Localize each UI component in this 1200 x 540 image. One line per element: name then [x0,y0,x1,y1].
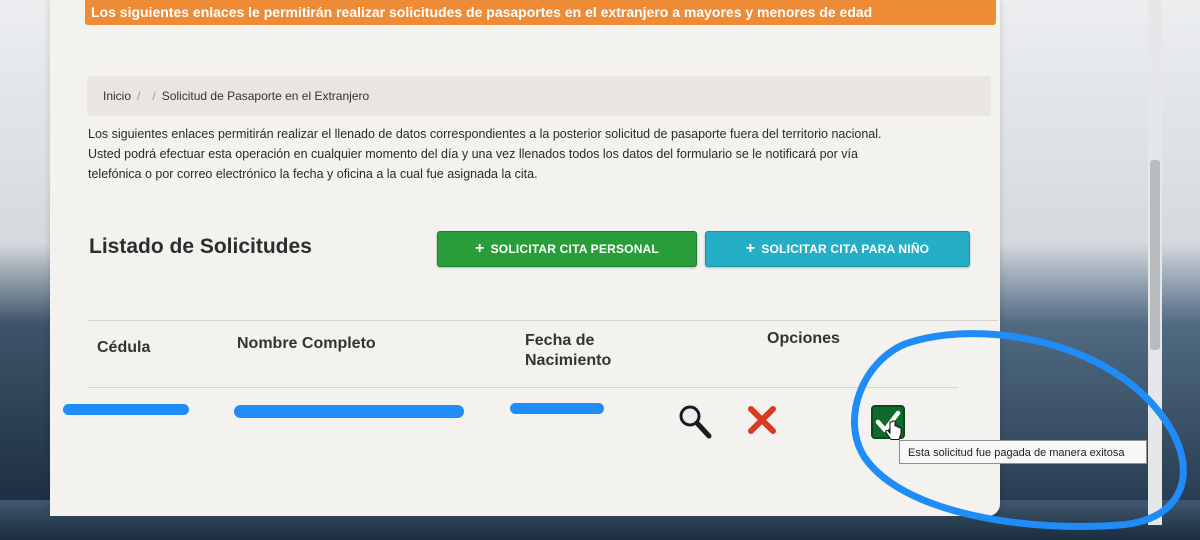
col-header-nombre: Nombre Completo [237,335,376,352]
intro-line-1: Los siguientes enlaces permitirán realiz… [88,127,882,141]
redacted-cedula [63,404,189,415]
page-panel: Los siguientes enlaces le permitirán rea… [50,0,1000,516]
breadcrumb-separator: / [137,89,141,103]
col-header-fecha-line2: Nacimiento [525,352,612,369]
list-title: Listado de Solicitudes [89,235,312,258]
breadcrumb-home-link[interactable]: Inicio [103,89,131,103]
redacted-nombre [234,405,464,418]
intro-line-3: telefónica o por correo electrónico la f… [88,167,538,181]
breadcrumb-current: Solicitud de Pasaporte en el Extranjero [161,89,370,103]
col-header-opciones: Opciones [767,330,840,347]
plus-icon: + [475,240,485,257]
breadcrumb-separator: / [152,89,156,103]
button-label: SOLICITAR CITA PARA NIÑO [761,242,930,256]
info-banner: Los siguientes enlaces le permitirán rea… [85,0,996,25]
col-header-cedula: Cédula [97,339,151,356]
request-personal-appointment-button[interactable]: + SOLICITAR CITA PERSONAL [437,231,697,267]
payment-status-tooltip: Esta solicitud fue pagada de manera exit… [899,440,1147,464]
table-top-divider [88,320,998,321]
scrollbar-thumb[interactable] [1150,160,1160,350]
request-child-appointment-button[interactable]: + SOLICITAR CITA PARA NIÑO [705,231,970,267]
button-label: SOLICITAR CITA PERSONAL [490,242,659,256]
redacted-fecha [510,403,604,414]
breadcrumb: Inicio / / Solicitud de Pasaporte en el Ext… [87,76,991,116]
plus-icon: + [745,240,756,257]
red-x-icon[interactable] [746,404,778,436]
magnifier-icon[interactable] [677,403,713,439]
intro-text: Los siguientes enlaces permitirán realiz… [88,124,983,184]
intro-line-2: Usted podrá efectuar esta operación en c… [88,147,858,161]
col-header-fecha: Fecha de Nacimiento [525,331,611,371]
col-header-fecha-line1: Fecha de [525,332,595,349]
table-header-divider [88,387,958,388]
scrollbar[interactable] [1148,0,1162,525]
